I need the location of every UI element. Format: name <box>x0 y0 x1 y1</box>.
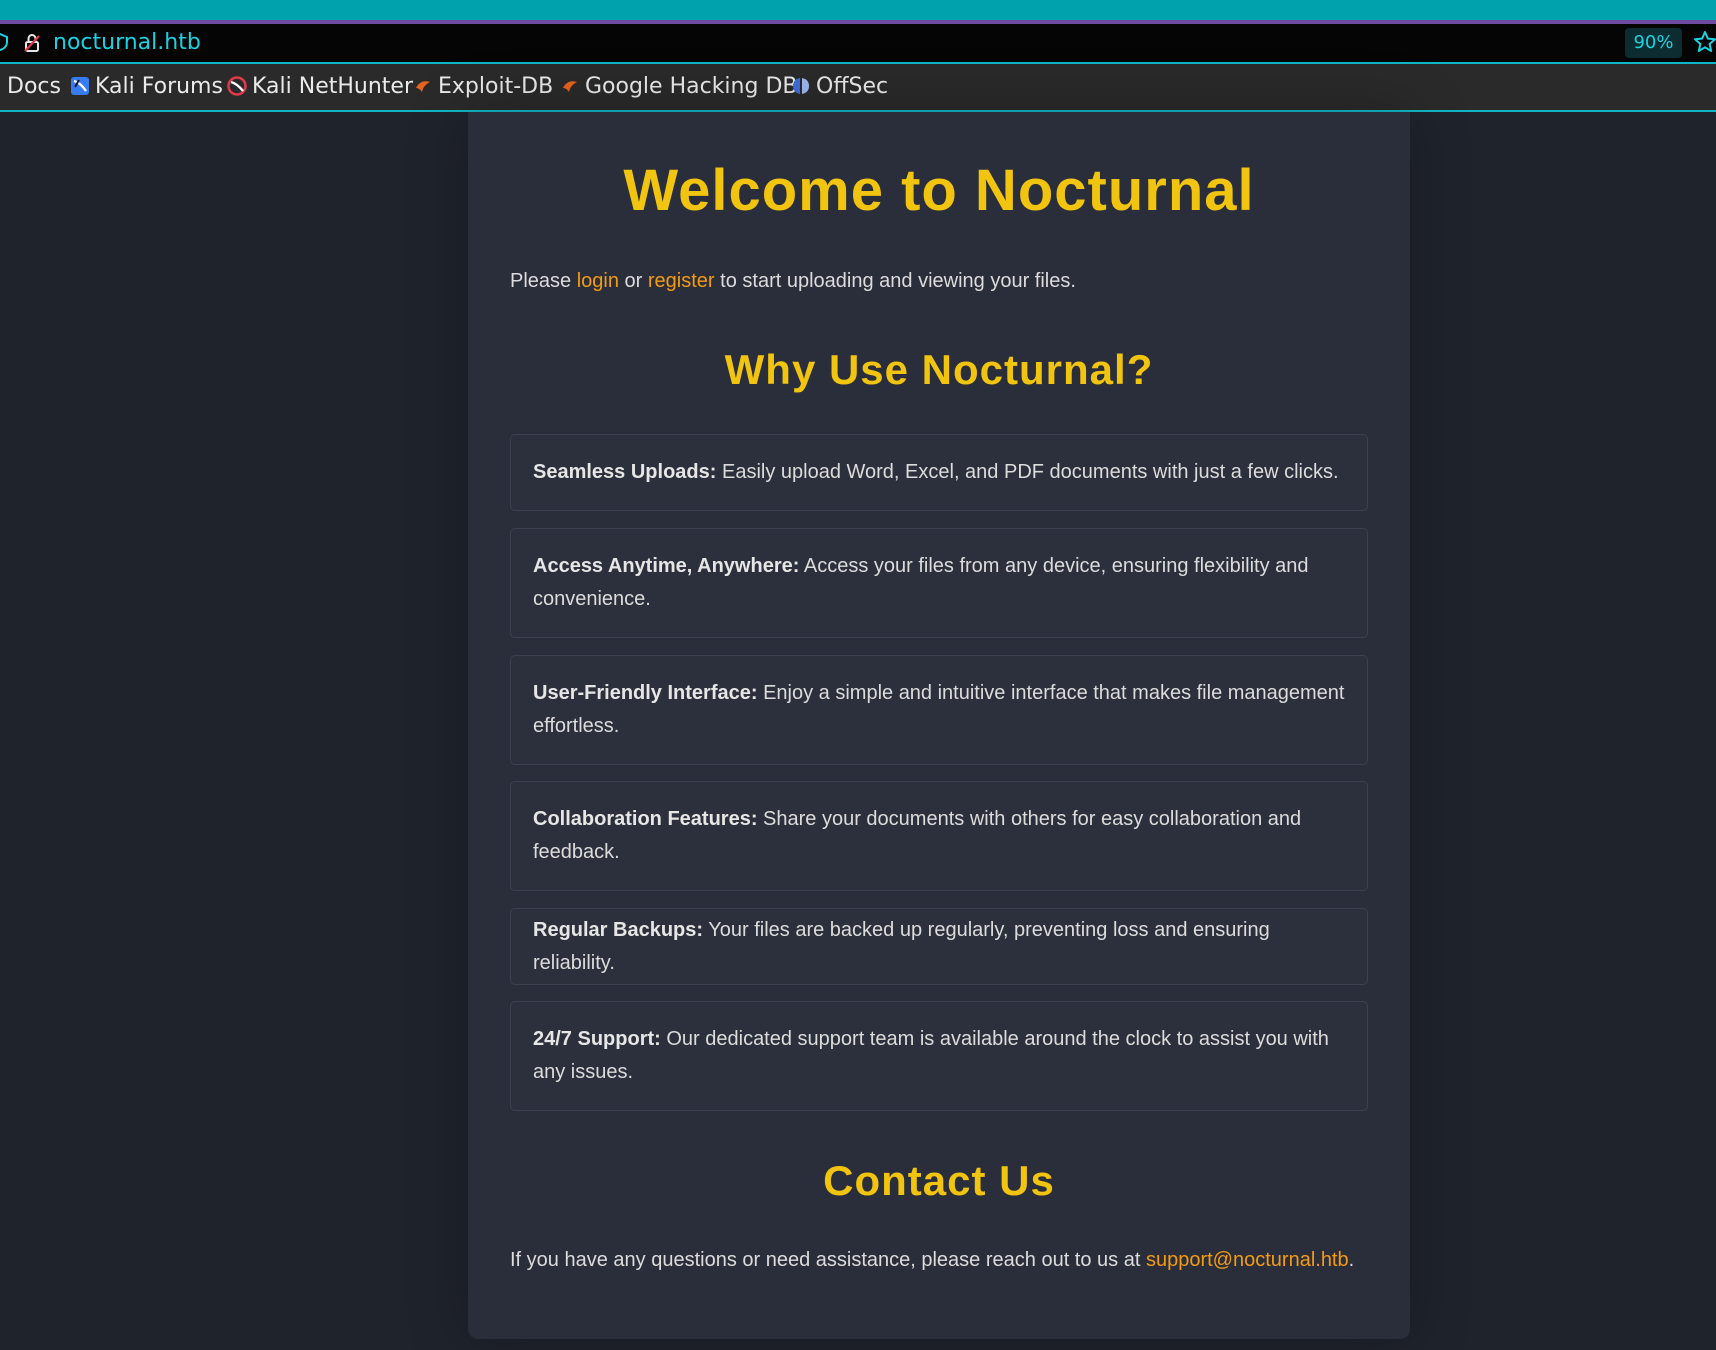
feature-card: Regular Backups: Your files are backed u… <box>510 908 1368 985</box>
bookmark-kali-nethunter[interactable]: Kali NetHunter <box>227 72 413 100</box>
feature-text: Regular Backups: Your files are backed u… <box>533 914 1347 980</box>
bookmark-exploit-db[interactable]: Exploit-DB <box>413 72 553 100</box>
login-link[interactable]: login <box>577 270 619 292</box>
bookmark-offsec[interactable]: OffSec <box>791 72 888 100</box>
feature-text: 24/7 Support: Our dedicated support team… <box>533 1023 1347 1089</box>
bookmark-star-icon[interactable] <box>1693 30 1716 54</box>
feature-card: 24/7 Support: Our dedicated support team… <box>510 1001 1368 1111</box>
feature-title: Collaboration Features: <box>533 808 758 830</box>
bookmark-docs[interactable]: Docs <box>7 72 61 100</box>
feature-card: User-Friendly Interface: Enjoy a simple … <box>510 655 1368 765</box>
bookmark-label: Kali Forums <box>95 73 223 99</box>
feature-card: Access Anytime, Anywhere: Access your fi… <box>510 528 1368 638</box>
intro-text: Please login or register to start upload… <box>510 270 1076 293</box>
exploit-db-icon <box>416 81 430 92</box>
bookmark-label: Google Hacking DB <box>585 73 798 99</box>
feature-text: Seamless Uploads: Easily upload Word, Ex… <box>533 456 1339 489</box>
support-email-link[interactable]: support@nocturnal.htb <box>1146 1249 1349 1271</box>
shield-icon[interactable] <box>0 33 8 51</box>
feature-text: Access Anytime, Anywhere: Access your fi… <box>533 550 1347 616</box>
why-heading: Why Use Nocturnal? <box>724 346 1154 393</box>
bookmarks-toolbar: Docs Kali Forums Kali NetHunter Exploit-… <box>0 64 1716 112</box>
intro-middle: or <box>618 270 648 292</box>
bookmark-kali-forums[interactable]: Kali Forums <box>70 72 223 100</box>
lock-icon[interactable] <box>22 33 42 53</box>
bookmark-label: OffSec <box>816 73 889 99</box>
feature-text: User-Friendly Interface: Enjoy a simple … <box>533 677 1347 743</box>
contact-suffix: . <box>1348 1249 1355 1271</box>
feature-title: Access Anytime, Anywhere: <box>533 555 800 577</box>
feature-card: Seamless Uploads: Easily upload Word, Ex… <box>510 434 1368 511</box>
bookmark-label: Docs <box>7 73 61 99</box>
feature-text: Collaboration Features: Share your docum… <box>533 803 1347 869</box>
bookmark-label: Kali NetHunter <box>252 73 413 99</box>
offsec-icon <box>793 78 809 94</box>
page-title: Welcome to Nocturnal <box>623 158 1255 223</box>
main-container: Welcome to Nocturnal Please login or reg… <box>468 112 1410 1339</box>
feature-title: Seamless Uploads: <box>533 461 717 483</box>
feature-description: Easily upload Word, Excel, and PDF docum… <box>716 461 1339 483</box>
feature-card: Collaboration Features: Share your docum… <box>510 781 1368 891</box>
tab-strip <box>0 0 1716 20</box>
feature-title: User-Friendly Interface: <box>533 682 758 704</box>
url-text[interactable]: nocturnal.htb <box>53 30 201 55</box>
zoom-level-badge[interactable]: 90% <box>1625 28 1682 58</box>
bookmark-label: Exploit-DB <box>438 73 554 99</box>
google-hacking-db-icon <box>563 81 577 92</box>
kali-forums-icon <box>71 77 89 95</box>
feature-title: Regular Backups: <box>533 918 704 941</box>
intro-prefix: Please <box>510 270 577 292</box>
contact-heading: Contact Us <box>823 1157 1055 1204</box>
intro-suffix: to start uploading and viewing your file… <box>714 270 1076 292</box>
contact-text: If you have any questions or need assist… <box>510 1249 1354 1272</box>
register-link[interactable]: register <box>648 270 715 292</box>
address-bar[interactable]: nocturnal.htb 90% <box>0 24 1716 64</box>
contact-prefix: If you have any questions or need assist… <box>510 1249 1146 1271</box>
bookmark-google-hacking-db[interactable]: Google Hacking DB <box>560 72 797 100</box>
kali-nethunter-icon <box>227 76 247 96</box>
feature-title: 24/7 Support: <box>533 1028 661 1050</box>
